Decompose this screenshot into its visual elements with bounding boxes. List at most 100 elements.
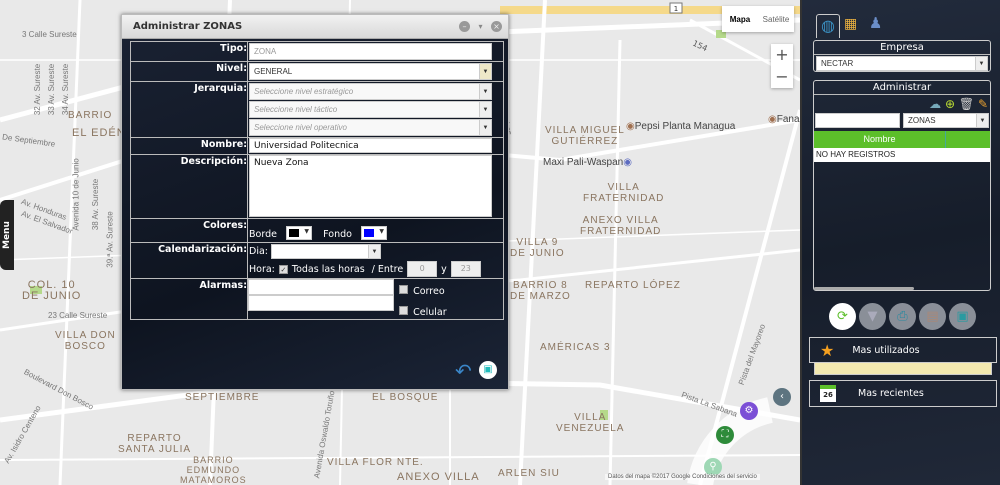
- street-label: Avenida 10 de Junio: [71, 158, 81, 231]
- street-label: 3 Calle Sureste: [22, 30, 77, 39]
- correo-label: Correo: [413, 286, 445, 297]
- star-icon: ★: [820, 340, 835, 360]
- search-input[interactable]: [815, 113, 900, 128]
- tipo-input[interactable]: ZONA: [249, 43, 492, 60]
- map-label: REPARTO SANTA JULIA: [118, 433, 192, 455]
- poi-maxi-pali[interactable]: Maxi Pali-Waspan◉: [543, 157, 632, 168]
- label-calendarizacion: Calendarización:: [130, 242, 248, 279]
- hora-hasta-input[interactable]: 23: [450, 261, 481, 277]
- horizontal-scrollbar[interactable]: [814, 287, 914, 290]
- mas-recientes-bar[interactable]: 26 Mas recientes: [809, 380, 997, 407]
- correo-alarm-input[interactable]: [248, 279, 394, 295]
- nombre-input[interactable]: Universidad Politecnica: [249, 138, 492, 153]
- chevron-down-icon: ▼: [479, 102, 491, 117]
- descripcion-textarea[interactable]: Nueva Zona: [249, 155, 492, 217]
- add-icon[interactable]: ⊕: [945, 97, 955, 111]
- map-label: VILLA MIGUEL GUTIÉRREZ: [545, 125, 625, 147]
- refresh-button[interactable]: ⟳: [829, 303, 856, 330]
- back-arrow-button[interactable]: ‹: [773, 388, 791, 406]
- type-select[interactable]: ZONAS ▼: [903, 113, 989, 128]
- administrar-zonas-dialog: Administrar ZONAS – ▾ × Tipo: ZONA Nivel…: [121, 14, 509, 390]
- settings-gear-button[interactable]: ⚙: [740, 402, 758, 420]
- calendar-icon: 26: [820, 385, 836, 402]
- edit-pencil-icon[interactable]: ✎: [978, 97, 988, 111]
- map-type-control[interactable]: Mapa Satélite: [722, 6, 794, 32]
- todas-horas-label: Todas las horas: [291, 263, 365, 275]
- fondo-label: Fondo: [323, 229, 352, 240]
- map-label: COL. 10 DE JUNIO: [22, 279, 82, 302]
- dialog-title: Administrar ZONAS: [133, 21, 243, 32]
- road-154-label: 154: [691, 39, 709, 54]
- celular-label: Celular: [413, 307, 447, 318]
- zoom-out-button[interactable]: −: [771, 66, 793, 88]
- fondo-color-picker[interactable]: ▼: [361, 225, 388, 240]
- map-attribution[interactable]: Datos del mapa ©2017 Google Condiciones …: [605, 474, 760, 480]
- fullscreen-button[interactable]: ⛶: [716, 426, 734, 444]
- zoom-control[interactable]: + −: [771, 44, 793, 88]
- poi-icon: ◉: [626, 121, 635, 132]
- hora-desde-input[interactable]: 0: [407, 261, 438, 277]
- undo-button[interactable]: ↶: [455, 361, 472, 381]
- poi-fana[interactable]: ◉Fana: [768, 114, 800, 125]
- celular-alarm-input[interactable]: [248, 295, 394, 311]
- correo-checkbox[interactable]: [399, 285, 408, 294]
- nivel-estrategico-select[interactable]: Seleccione nivel estratégico ▼: [249, 83, 492, 100]
- map-label: BARRIO: [68, 110, 113, 121]
- export-button[interactable]: ▤: [919, 303, 946, 330]
- administrar-title: Administrar: [814, 81, 990, 95]
- map-label: SEPTIEMBRE: [185, 392, 260, 403]
- chevron-down-icon: ▼: [975, 57, 987, 70]
- map-label: EL EDÉN: [72, 127, 126, 139]
- dialog-title-bar[interactable]: Administrar ZONAS: [122, 15, 508, 39]
- nivel-operativo-select[interactable]: Seleccione nivel operativo ▼: [249, 119, 492, 136]
- todas-horas-checkbox[interactable]: ✓: [278, 264, 288, 274]
- borde-color-picker[interactable]: ▼: [286, 225, 313, 240]
- save-button[interactable]: ▣: [479, 361, 497, 379]
- shopping-icon: ◉: [623, 157, 632, 168]
- save-panel-button[interactable]: ▣: [949, 303, 976, 330]
- label-jerarquia: Jerarquia:: [130, 81, 248, 138]
- user-tab-icon[interactable]: ♟: [869, 14, 882, 32]
- label-descripcion: Descripción:: [130, 154, 248, 219]
- dia-label: Dia:: [249, 246, 268, 257]
- menu-tab[interactable]: Menu: [0, 200, 14, 270]
- globe-tab-icon[interactable]: ◍: [816, 14, 840, 38]
- chevron-down-icon: ▼: [367, 245, 380, 258]
- zoom-in-button[interactable]: +: [771, 44, 793, 66]
- nivel-tactico-select[interactable]: Seleccione nivel táctico ▼: [249, 101, 492, 118]
- street-label: 38 Av. Sureste: [91, 178, 101, 231]
- map-label: ANEXO VILLA FRATERNIDAD: [580, 215, 662, 237]
- right-panel: ◍ ▦ ♟ Empresa NECTAR ▼ Administrar ☁ ⊕ 🗑 …: [800, 0, 1000, 485]
- nivel-select[interactable]: GENERAL ▼: [249, 63, 492, 80]
- poi-pepsi[interactable]: ◉Pepsi Planta Managua: [626, 121, 735, 132]
- filter-button[interactable]: ▼: [859, 303, 886, 330]
- zona-form: Tipo: ZONA Nivel: GENERAL ▼ Jerarquia: Se…: [130, 41, 504, 320]
- close-icon[interactable]: ×: [491, 21, 502, 32]
- minimize-icon[interactable]: –: [459, 21, 470, 32]
- label-nombre: Nombre:: [130, 137, 248, 155]
- column-nombre[interactable]: Nombre: [814, 131, 946, 148]
- map-type-mapa[interactable]: Mapa: [722, 6, 758, 32]
- label-tipo: Tipo:: [130, 41, 248, 62]
- empresa-box: Empresa NECTAR ▼: [813, 40, 991, 72]
- celular-checkbox[interactable]: [399, 306, 408, 315]
- map-label: VILLA DON BOSCO: [55, 330, 116, 352]
- mas-utilizados-bar[interactable]: ★ Mas utilizados: [809, 337, 997, 363]
- map-label: BARRIO EDMUNDO MATAMOROS: [180, 455, 247, 485]
- chevron-down-icon: ▼: [976, 114, 988, 127]
- map-label: AMÉRICAS 3: [540, 342, 611, 353]
- map-locate-icon[interactable]: ☁: [929, 97, 941, 111]
- settings-tab-icon[interactable]: ▦: [844, 16, 857, 32]
- empresa-select[interactable]: NECTAR ▼: [816, 56, 988, 71]
- street-label: 33 Av. Sureste: [47, 63, 57, 116]
- map-type-satelite[interactable]: Satélite: [758, 6, 794, 32]
- chevron-down-icon: ▼: [479, 120, 491, 135]
- print-button[interactable]: ⎙: [889, 303, 916, 330]
- map-label: ANEXO VILLA: [397, 471, 480, 483]
- trash-icon[interactable]: 🗑: [959, 97, 974, 111]
- map-label: REPARTO LÓPEZ: [585, 280, 681, 291]
- dia-select[interactable]: ▼: [270, 244, 381, 259]
- collapse-icon[interactable]: ▾: [475, 21, 486, 32]
- poi-icon: ◉: [768, 114, 777, 125]
- street-label: 32 Av. Sureste: [33, 63, 43, 116]
